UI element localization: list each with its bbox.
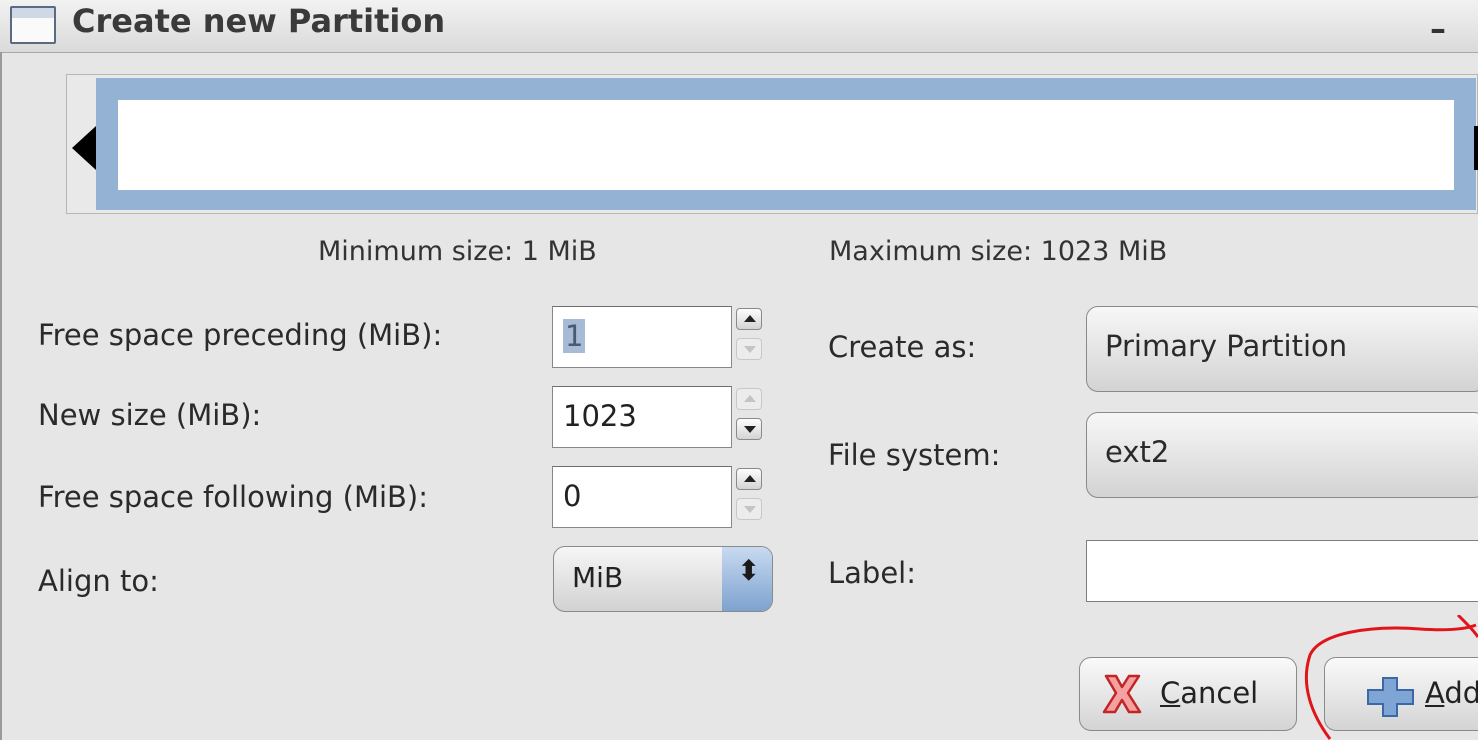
maximum-size-text: Maximum size: 1023 MiB	[829, 236, 1168, 267]
create-as-dropdown[interactable]: Primary Partition	[1086, 306, 1478, 392]
free-space-following-input[interactable]: 0	[552, 466, 732, 528]
label-label: Label:	[828, 556, 917, 590]
window-title: Create new Partition	[72, 2, 446, 40]
red-x-icon	[1102, 674, 1142, 714]
file-system-value: ext2	[1105, 435, 1170, 469]
align-to-value: MiB	[572, 561, 624, 594]
minimize-button[interactable]: –	[1430, 10, 1446, 48]
create-as-value: Primary Partition	[1105, 329, 1348, 363]
title-bar[interactable]: Create new Partition –	[0, 0, 1478, 53]
window-icon	[10, 6, 56, 44]
cancel-label-rest: ancel	[1180, 676, 1259, 710]
dialog-left-border	[0, 52, 2, 740]
free-space-preceding-stepper[interactable]	[734, 304, 770, 364]
spin-down-button[interactable]	[736, 418, 762, 440]
cancel-mnemonic: C	[1160, 676, 1181, 710]
free-space-following-stepper[interactable]	[734, 464, 770, 524]
create-as-label: Create as:	[828, 330, 977, 364]
label-input[interactable]	[1086, 540, 1478, 602]
file-system-dropdown[interactable]: ext2	[1086, 412, 1478, 498]
spin-up-button[interactable]	[736, 388, 762, 410]
align-to-select[interactable]: MiB ⬍	[553, 546, 773, 612]
minimum-size-text: Minimum size: 1 MiB	[318, 236, 597, 267]
free-space-preceding-label: Free space preceding (MiB):	[38, 318, 443, 352]
select-arrows-icon: ⬍	[722, 547, 772, 611]
resize-handle-right[interactable]	[1474, 126, 1478, 170]
spin-down-button[interactable]	[736, 498, 762, 520]
new-size-input[interactable]: 1023	[552, 386, 732, 448]
file-system-label: File system:	[828, 438, 1001, 472]
align-to-label: Align to:	[38, 564, 159, 598]
cancel-button[interactable]: Cancel	[1079, 657, 1297, 731]
partition-bar-inner	[118, 100, 1454, 190]
spin-down-button[interactable]	[736, 338, 762, 360]
new-size-label: New size (MiB):	[38, 398, 262, 432]
free-space-following-value: 0	[563, 479, 582, 513]
free-space-following-label: Free space following (MiB):	[38, 480, 429, 514]
resize-handle-left[interactable]	[72, 126, 96, 170]
spin-up-button[interactable]	[736, 308, 762, 330]
free-space-preceding-input[interactable]: 1	[552, 306, 732, 368]
free-space-preceding-value: 1	[563, 319, 586, 353]
new-size-value: 1023	[563, 399, 637, 433]
new-size-stepper[interactable]	[734, 384, 770, 444]
spin-up-button[interactable]	[736, 468, 762, 490]
red-annotation-circle	[1305, 615, 1478, 740]
